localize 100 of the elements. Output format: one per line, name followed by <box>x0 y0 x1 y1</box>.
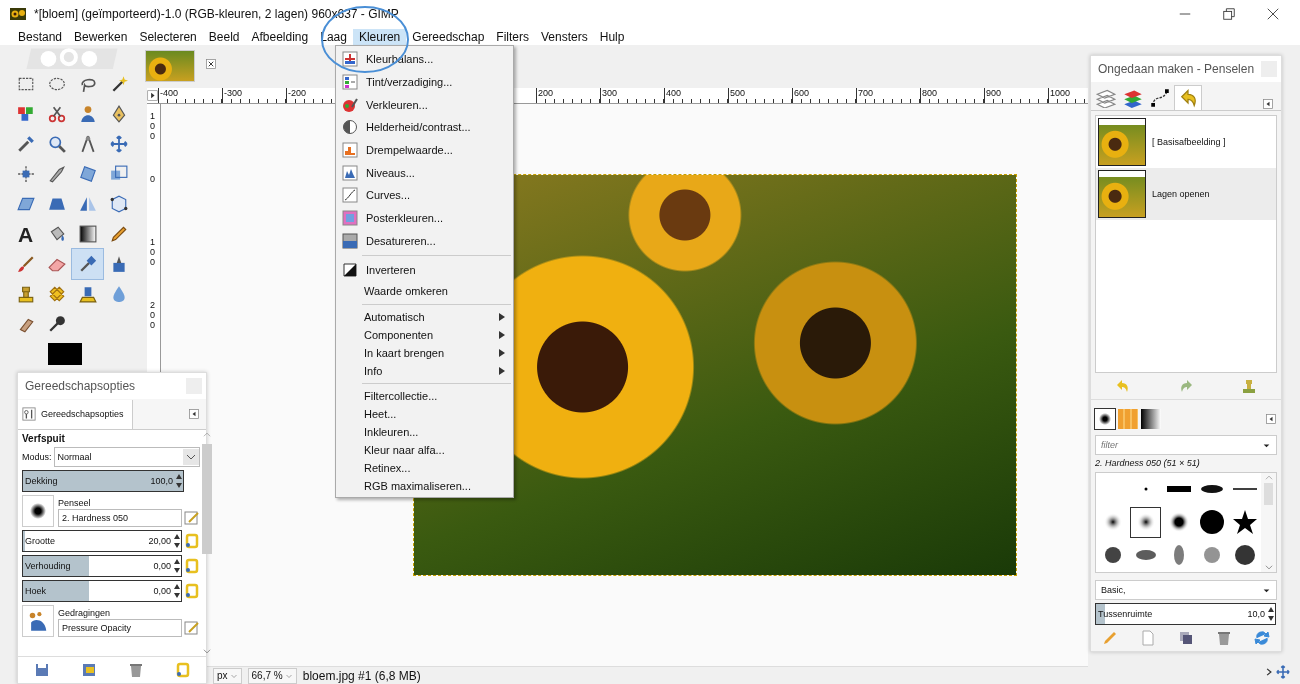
airbrush-icon[interactable] <box>78 255 97 273</box>
history-item[interactable]: Lagen openen <box>1096 167 1276 220</box>
dock-tab[interactable] <box>1141 408 1161 429</box>
menu-item[interactable]: Heet... <box>336 405 513 424</box>
color-select-icon[interactable] <box>16 105 35 123</box>
menu-item[interactable]: Bestand <box>12 28 69 45</box>
mode-dropdown[interactable]: Normaal <box>53 447 200 467</box>
filter-field[interactable]: filter <box>1095 434 1277 455</box>
menu-item[interactable]: Retinex... <box>336 459 513 478</box>
chain-icon[interactable] <box>184 558 200 574</box>
perspective-stamp-icon[interactable] <box>78 285 97 303</box>
menu-item[interactable]: In kaart brengen <box>336 344 513 363</box>
collapse-icon[interactable] <box>1262 97 1274 110</box>
flip-icon[interactable] <box>78 195 97 213</box>
spacing-slider[interactable]: Tussenruimte 10,0 <box>1095 603 1276 626</box>
menu-item[interactable]: RGB maximaliseren... <box>336 477 513 496</box>
menu-item[interactable]: Automatisch <box>336 308 513 327</box>
refresh-icon[interactable] <box>1254 630 1270 647</box>
stamp-icon[interactable] <box>16 285 35 303</box>
aspect-slider[interactable]: Verhouding 0,00 <box>22 555 182 577</box>
collapse-icon[interactable] <box>1265 412 1277 425</box>
scale-icon[interactable] <box>109 165 128 183</box>
foreground-color-swatch[interactable] <box>48 343 82 365</box>
menu-item[interactable]: Vensters <box>535 28 594 45</box>
align-icon[interactable] <box>16 165 35 183</box>
dodge-icon[interactable] <box>47 315 66 333</box>
menu-item[interactable]: Bewerken <box>68 28 134 45</box>
menu-item[interactable]: Beeld <box>202 28 246 45</box>
close-icon[interactable] <box>1266 7 1280 21</box>
knife-icon[interactable] <box>47 165 66 183</box>
duplicate-icon[interactable] <box>1178 630 1194 647</box>
menu-item[interactable]: Inverteren <box>336 259 513 281</box>
menu-item[interactable]: Inkleuren... <box>336 423 513 442</box>
spin-arrows-icon[interactable] <box>173 557 181 575</box>
brush-preview[interactable] <box>22 495 54 527</box>
size-slider[interactable]: Grootte 20,00 <box>22 530 182 552</box>
brush-field[interactable]: 2. Hardness 050 <box>58 509 182 527</box>
move-icon[interactable] <box>109 135 128 153</box>
close-icon[interactable] <box>205 58 217 70</box>
menu-item[interactable]: Helderheid/contrast... <box>336 116 513 139</box>
star-brush-icon[interactable] <box>1231 509 1258 536</box>
dynamics-field[interactable]: Pressure Opacity <box>58 619 182 637</box>
opacity-slider[interactable]: Dekking 100,0 <box>22 470 184 492</box>
scrollbar-thumb[interactable] <box>202 444 212 554</box>
chevron-icon[interactable] <box>202 646 212 656</box>
ellipse-select-icon[interactable] <box>47 75 66 93</box>
scissors-icon[interactable] <box>47 105 66 123</box>
bandage-icon[interactable] <box>47 285 66 303</box>
collapse-icon[interactable] <box>188 408 200 420</box>
menu-item[interactable]: Waarde omkeren <box>336 280 513 302</box>
history-item[interactable]: [ Basisafbeelding ] <box>1096 115 1276 168</box>
trash-icon[interactable] <box>127 662 144 678</box>
menu-item[interactable]: Info <box>336 362 513 381</box>
unit-dropdown[interactable]: px <box>213 667 242 684</box>
figure-select-icon[interactable] <box>78 105 97 123</box>
panel-tab[interactable]: Gereedschapsopties <box>18 399 133 429</box>
text-tool[interactable]: A <box>17 223 34 245</box>
menu-item[interactable]: Drempelwaarde... <box>336 138 513 162</box>
menu-item[interactable]: Gereedschap <box>406 28 491 45</box>
angle-slider[interactable]: Hoek 0,00 <box>22 580 182 602</box>
trash-icon[interactable] <box>1216 630 1232 647</box>
perspective-icon[interactable] <box>47 195 66 213</box>
dock-tab[interactable] <box>1095 408 1115 429</box>
shear-icon[interactable] <box>16 195 35 213</box>
save-icon[interactable] <box>33 662 50 678</box>
magnifier-icon[interactable] <box>47 135 66 153</box>
chain-icon[interactable] <box>174 662 191 678</box>
menu-item[interactable]: Filters <box>490 28 535 45</box>
gradient-icon[interactable] <box>78 225 97 243</box>
menu-item[interactable]: Kleur naar alfa... <box>336 441 513 460</box>
zoom-dropdown[interactable]: 66,7 % <box>247 667 297 684</box>
menu-item[interactable]: Niveaus... <box>336 161 513 185</box>
spin-arrows-icon[interactable] <box>173 532 181 550</box>
menu-item[interactable]: Desatureren... <box>336 229 513 253</box>
menu-item[interactable]: Afbeelding <box>245 28 315 45</box>
restore-options-icon[interactable] <box>80 662 97 678</box>
menu-item[interactable]: Filtercollectie... <box>336 387 513 406</box>
eyedropper-icon[interactable] <box>16 135 35 153</box>
menu-item[interactable]: Componenten <box>336 326 513 345</box>
stamp-icon[interactable] <box>1241 378 1258 395</box>
pencil-icon[interactable] <box>109 225 128 243</box>
menu-item[interactable]: Curves... <box>336 184 513 207</box>
scrollbar-thumb[interactable] <box>1264 482 1273 505</box>
image-thumbnail[interactable] <box>145 50 195 82</box>
tag-dropdown[interactable]: Basic, <box>1095 580 1277 601</box>
rotate-icon[interactable] <box>78 165 97 183</box>
spin-arrows-icon[interactable] <box>175 472 183 490</box>
chain-icon[interactable] <box>184 533 200 549</box>
hard-brush-icon[interactable] <box>1198 509 1225 536</box>
chevron-right-icon[interactable] <box>1264 667 1274 677</box>
menu-item[interactable]: Kleuren <box>352 28 407 45</box>
menu-item[interactable]: Hulp <box>593 28 631 45</box>
cage-icon[interactable] <box>109 195 128 213</box>
move-icon[interactable] <box>1276 665 1290 679</box>
rectangle-select-icon[interactable] <box>16 75 35 93</box>
spin-arrows-icon[interactable] <box>173 582 181 600</box>
chevron-icon[interactable] <box>183 449 199 465</box>
menu-item[interactable]: Posterkleuren... <box>336 206 513 230</box>
menu-item[interactable]: Selecteren <box>133 28 203 45</box>
brush-icon[interactable] <box>16 255 35 273</box>
